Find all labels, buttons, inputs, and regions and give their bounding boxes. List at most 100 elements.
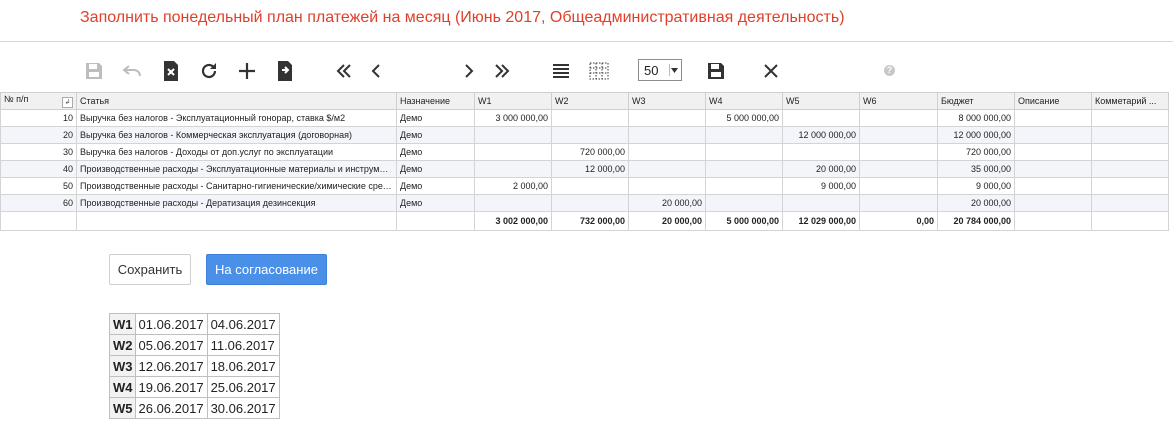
table-cell[interactable] — [551, 194, 629, 212]
table-cell[interactable]: Демо — [396, 109, 475, 127]
refresh-icon[interactable] — [196, 57, 222, 85]
table-cell[interactable] — [628, 109, 706, 127]
table-cell[interactable] — [551, 109, 629, 127]
table-cell[interactable] — [474, 143, 552, 161]
table-cell[interactable] — [474, 160, 552, 178]
table-cell[interactable] — [628, 160, 706, 178]
add-icon[interactable] — [234, 57, 260, 85]
col-header-w3[interactable]: W3 — [628, 92, 706, 110]
prev-page-icon[interactable] — [363, 57, 389, 85]
table-cell[interactable]: 40 — [0, 160, 77, 178]
table-cell[interactable]: 20 000,00 — [782, 160, 860, 178]
table-cell[interactable] — [705, 126, 783, 144]
table-cell[interactable]: 9 000,00 — [782, 177, 860, 195]
col-header-w1[interactable]: W1 — [474, 92, 552, 110]
table-cell[interactable] — [628, 143, 706, 161]
table-cell[interactable]: Демо — [396, 177, 475, 195]
col-header-w5[interactable]: W5 — [782, 92, 860, 110]
col-header-w6[interactable]: W6 — [859, 92, 938, 110]
table-cell[interactable]: 8 000 000,00 — [937, 109, 1015, 127]
table-cell[interactable] — [474, 194, 552, 212]
table-cell[interactable] — [705, 194, 783, 212]
table-cell[interactable] — [1091, 126, 1169, 144]
table-row[interactable]: 40 Производственные расходы - Эксплуатаци… — [0, 160, 1169, 178]
delete-icon[interactable] — [158, 57, 184, 85]
col-header-budget[interactable]: Бюджет — [937, 92, 1015, 110]
table-cell[interactable]: Выручка без налогов - Коммерческая экспл… — [76, 126, 397, 144]
table-cell[interactable]: 10 — [0, 109, 77, 127]
table-cell[interactable]: 720 000,00 — [937, 143, 1015, 161]
table-cell[interactable] — [705, 160, 783, 178]
rows-icon[interactable] — [548, 57, 574, 85]
save-icon[interactable] — [81, 57, 107, 85]
undo-icon[interactable] — [119, 57, 145, 85]
table-cell[interactable]: Демо — [396, 143, 475, 161]
table-cell[interactable] — [859, 160, 938, 178]
table-cell[interactable]: Производственные расходы - Санитарно-гиг… — [76, 177, 397, 195]
table-row[interactable]: 50 Производственные расходы - Санитарно-г… — [0, 177, 1169, 195]
col-header-purpose[interactable]: Назначение — [396, 92, 475, 110]
table-cell[interactable]: 3 000 000,00 — [474, 109, 552, 127]
table-cell[interactable]: Выручка без налогов - Эксплуатационный г… — [76, 109, 397, 127]
col-header-number[interactable]: № п/п ↲ — [0, 92, 77, 110]
help-icon[interactable]: ? — [884, 65, 895, 76]
table-cell[interactable] — [859, 194, 938, 212]
table-cell[interactable] — [551, 126, 629, 144]
send-for-approval-button[interactable]: На согласование — [206, 254, 327, 285]
table-cell[interactable] — [1014, 194, 1092, 212]
table-cell[interactable] — [859, 126, 938, 144]
table-cell[interactable]: 12 000,00 — [551, 160, 629, 178]
table-cell[interactable] — [782, 109, 860, 127]
table-cell[interactable]: Производственные расходы - Эксплуатацион… — [76, 160, 397, 178]
next-page-icon[interactable] — [456, 57, 482, 85]
table-cell[interactable] — [782, 194, 860, 212]
table-cell[interactable] — [628, 126, 706, 144]
table-row[interactable]: 30 Выручка без налогов - Доходы от доп.ус… — [0, 143, 1169, 161]
table-cell[interactable] — [1091, 177, 1169, 195]
table-cell[interactable]: Демо — [396, 194, 475, 212]
table-cell[interactable] — [782, 143, 860, 161]
table-cell[interactable] — [705, 143, 783, 161]
col-header-comment[interactable]: Комметарий ... — [1091, 92, 1169, 110]
page-size-select[interactable]: 50 — [638, 59, 682, 81]
table-cell[interactable] — [1014, 109, 1092, 127]
table-cell[interactable]: 9 000,00 — [937, 177, 1015, 195]
close-icon[interactable] — [758, 57, 784, 85]
table-cell[interactable]: Демо — [396, 126, 475, 144]
export-icon[interactable] — [272, 57, 298, 85]
table-cell[interactable]: Производственные расходы - Дератизация д… — [76, 194, 397, 212]
grid-icon[interactable] — [586, 57, 612, 85]
table-cell[interactable] — [859, 177, 938, 195]
table-cell[interactable] — [1091, 194, 1169, 212]
table-row[interactable]: 10 Выручка без налогов - Эксплуатационный… — [0, 109, 1169, 127]
table-cell[interactable] — [628, 177, 706, 195]
table-cell[interactable]: 12 000 000,00 — [782, 126, 860, 144]
table-cell[interactable]: 20 000,00 — [628, 194, 706, 212]
col-header-description[interactable]: Описание — [1014, 92, 1092, 110]
table-cell[interactable] — [551, 177, 629, 195]
table-cell[interactable]: 5 000 000,00 — [705, 109, 783, 127]
table-cell[interactable]: 35 000,00 — [937, 160, 1015, 178]
table-cell[interactable]: 60 — [0, 194, 77, 212]
table-cell[interactable]: 20 000,00 — [937, 194, 1015, 212]
col-header-article[interactable]: Статья — [76, 92, 397, 110]
table-cell[interactable] — [474, 126, 552, 144]
table-cell[interactable]: Демо — [396, 160, 475, 178]
table-cell[interactable] — [859, 143, 938, 161]
table-cell[interactable]: 20 — [0, 126, 77, 144]
last-page-icon[interactable] — [489, 57, 515, 85]
col-header-w4[interactable]: W4 — [705, 92, 783, 110]
save-button[interactable]: Сохранить — [109, 254, 191, 285]
table-cell[interactable] — [859, 109, 938, 127]
col-header-w2[interactable]: W2 — [551, 92, 629, 110]
table-cell[interactable] — [1091, 143, 1169, 161]
table-cell[interactable] — [1014, 143, 1092, 161]
table-cell[interactable] — [705, 177, 783, 195]
table-row[interactable]: 60 Производственные расходы - Дератизация… — [0, 194, 1169, 212]
table-cell[interactable]: 720 000,00 — [551, 143, 629, 161]
table-cell[interactable]: 50 — [0, 177, 77, 195]
table-cell[interactable] — [1014, 177, 1092, 195]
table-cell[interactable] — [1014, 126, 1092, 144]
table-cell[interactable]: 12 000 000,00 — [937, 126, 1015, 144]
table-cell[interactable] — [1091, 109, 1169, 127]
